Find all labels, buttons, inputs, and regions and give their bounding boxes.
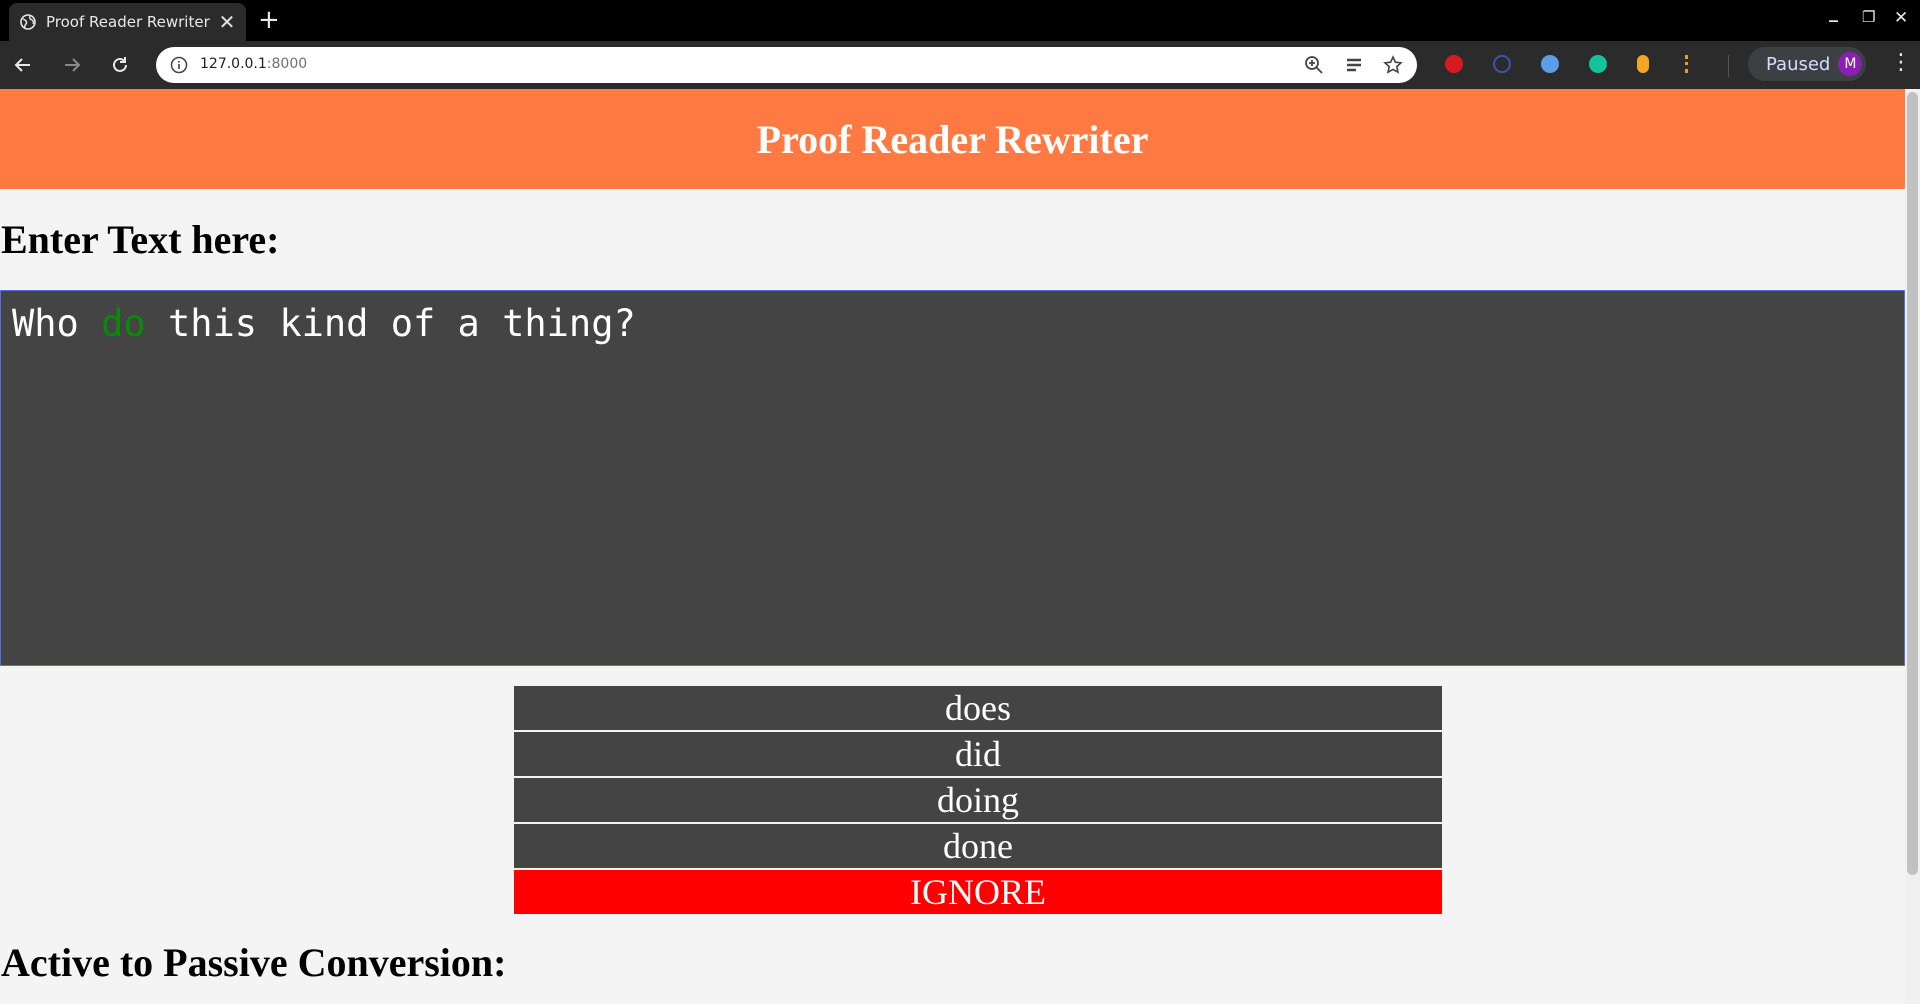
extension-pen-icon[interactable]	[1541, 55, 1559, 73]
extension-moon-icon[interactable]	[1493, 55, 1511, 73]
address-bar[interactable]: 127.0.0.1:8000	[156, 47, 1417, 83]
suggestion-list: does did doing done IGNORE	[514, 686, 1442, 916]
ignore-button[interactable]: IGNORE	[514, 870, 1442, 914]
scrollbar-thumb[interactable]	[1907, 92, 1918, 875]
editor-text-after: this kind of a thing?	[145, 302, 636, 345]
url-host: 127.0.0.1	[200, 56, 267, 72]
page-title: Proof Reader Rewriter	[756, 116, 1149, 162]
extension-stop-icon[interactable]	[1445, 55, 1463, 73]
suggestion-does[interactable]: does	[514, 686, 1442, 730]
globe-icon	[20, 14, 36, 30]
info-icon[interactable]	[170, 56, 188, 74]
forward-arrow-icon[interactable]	[58, 51, 86, 79]
close-window-icon[interactable]: ✕	[1894, 8, 1908, 28]
browser-toolbar: 127.0.0.1:8000 Paused M ⋮	[0, 41, 1920, 89]
suggestion-did[interactable]: did	[514, 732, 1442, 776]
profile-status: Paused	[1766, 53, 1831, 75]
editor-text-before: Who	[12, 302, 102, 345]
reading-list-icon[interactable]	[1344, 55, 1364, 75]
back-arrow-icon[interactable]	[9, 51, 37, 79]
new-tab-icon[interactable]: +	[258, 5, 280, 35]
more-menu-icon[interactable]: ⋮	[1890, 52, 1912, 74]
toolbar-divider	[1728, 55, 1729, 77]
browser-tab[interactable]: Proof Reader Rewriter ✕	[9, 3, 246, 41]
avatar: M	[1838, 52, 1863, 76]
editor-content[interactable]: Who do this kind of a thing?	[12, 302, 636, 345]
extension-grammarly-icon[interactable]	[1589, 55, 1607, 73]
reload-icon[interactable]	[106, 51, 134, 79]
minimize-icon[interactable]: _	[1829, 2, 1838, 23]
extension-shield-icon[interactable]	[1637, 55, 1649, 73]
passive-conversion-heading: Active to Passive Conversion:	[1, 940, 507, 985]
suggestion-doing[interactable]: doing	[514, 778, 1442, 822]
url-port: :8000	[266, 56, 308, 72]
restore-icon[interactable]: ❐	[1862, 8, 1875, 26]
zoom-icon[interactable]	[1304, 55, 1324, 75]
star-icon[interactable]	[1383, 55, 1403, 75]
enter-text-heading: Enter Text here:	[1, 217, 280, 262]
suggestion-done[interactable]: done	[514, 824, 1442, 868]
page-header: Proof Reader Rewriter	[0, 89, 1905, 189]
url-text: 127.0.0.1:8000	[200, 56, 307, 72]
text-editor[interactable]: Who do this kind of a thing?	[0, 290, 1905, 666]
highlighted-word[interactable]: do	[101, 302, 146, 345]
tab-title: Proof Reader Rewriter	[46, 13, 210, 31]
browser-tab-bar: Proof Reader Rewriter ✕ + _ ❐ ✕	[0, 0, 1920, 41]
extension-list-icon[interactable]	[1685, 55, 1702, 73]
close-tab-icon[interactable]: ✕	[215, 10, 239, 34]
profile-button[interactable]: Paused M	[1748, 47, 1866, 81]
